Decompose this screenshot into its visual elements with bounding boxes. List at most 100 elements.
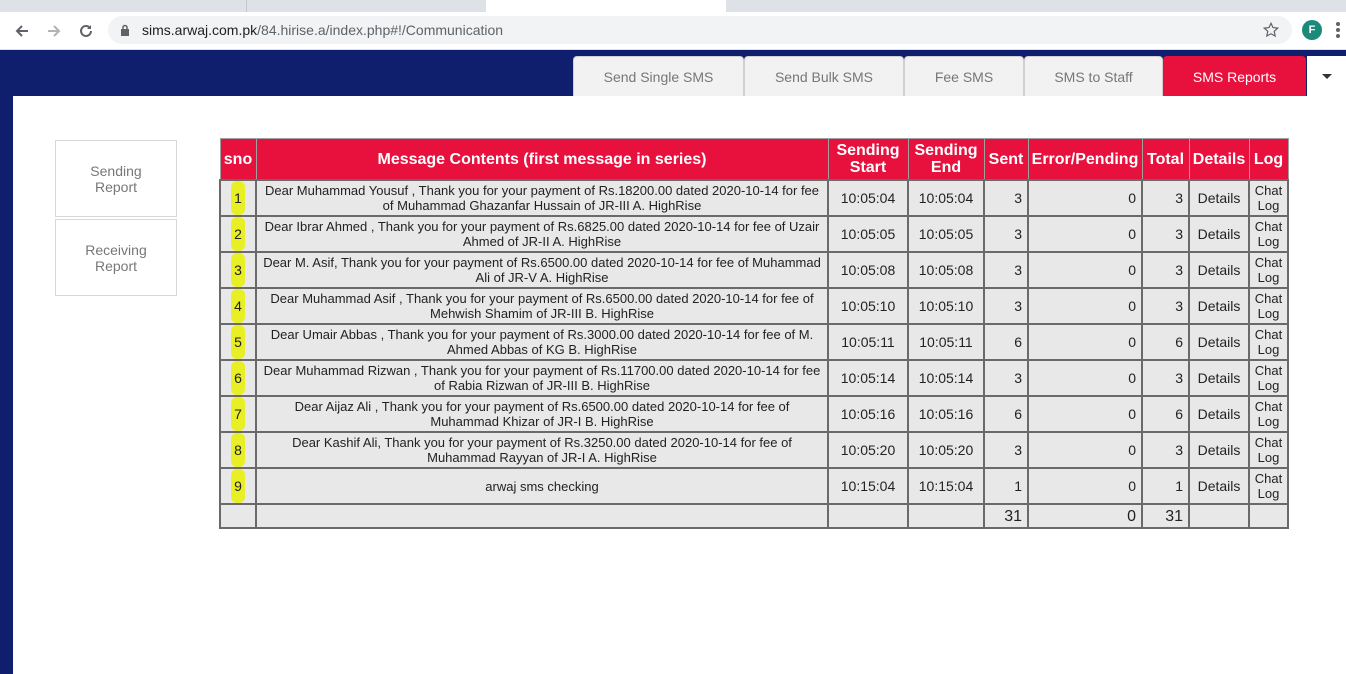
table-row: 9 arwaj sms checking 10:15:04 10:15:04 1 0 1 De… — [219, 467, 1289, 505]
chat-log-link[interactable]: Chat Log — [1248, 287, 1289, 325]
row-error-pending: 0 — [1027, 179, 1143, 217]
profile-avatar[interactable]: F — [1302, 20, 1322, 40]
details-link[interactable]: Details — [1188, 179, 1250, 217]
tab-send-bulk-sms[interactable]: Send Bulk SMS — [744, 56, 904, 96]
receiving-report-button[interactable]: Receiving Report — [55, 219, 177, 296]
col-header-sent[interactable]: Sent — [983, 138, 1029, 181]
row-sno: 4 — [219, 287, 257, 325]
totals-empty-cell — [1188, 503, 1250, 529]
row-sending-start: 10:05:08 — [827, 251, 909, 289]
row-sent: 3 — [983, 251, 1029, 289]
chat-log-link[interactable]: Chat Log — [1248, 179, 1289, 217]
row-sent: 3 — [983, 431, 1029, 469]
row-total: 6 — [1141, 395, 1190, 433]
sending-report-label-2: Report — [94, 178, 137, 195]
table-header-row: sno Message Contents (first message in s… — [219, 138, 1289, 181]
row-sending-start: 10:05:10 — [827, 287, 909, 325]
row-sending-start: 10:05:05 — [827, 215, 909, 253]
details-link[interactable]: Details — [1188, 395, 1250, 433]
row-sno: 3 — [219, 251, 257, 289]
row-message: Dear Kashif Ali, Thank you for your paym… — [255, 431, 829, 469]
bookmark-star-icon[interactable] — [1262, 21, 1280, 39]
details-link[interactable]: Details — [1188, 431, 1250, 469]
col-header-message[interactable]: Message Contents (first message in serie… — [255, 138, 829, 181]
row-sending-end: 10:05:14 — [907, 359, 985, 397]
table-row: 5 Dear Umair Abbas , Thank you for your p… — [219, 323, 1289, 361]
table-row: 6 Dear Muhammad Rizwan , Thank you for yo… — [219, 359, 1289, 397]
col-header-log[interactable]: Log — [1248, 138, 1289, 181]
chat-log-link[interactable]: Chat Log — [1248, 467, 1289, 505]
more-dropdown-button[interactable] — [1307, 56, 1346, 96]
row-sending-start: 10:05:16 — [827, 395, 909, 433]
col-header-sno[interactable]: sno — [219, 138, 257, 181]
tab-sms-reports[interactable]: SMS Reports — [1163, 56, 1306, 96]
row-sending-end: 10:15:04 — [907, 467, 985, 505]
col-header-error-pending[interactable]: Error/Pending — [1027, 138, 1143, 181]
row-message: arwaj sms checking — [255, 467, 829, 505]
col-header-sending-start[interactable]: Sending Start — [827, 138, 909, 181]
chat-log-link[interactable]: Chat Log — [1248, 251, 1289, 289]
row-error-pending: 0 — [1027, 287, 1143, 325]
row-total: 3 — [1141, 359, 1190, 397]
row-error-pending: 0 — [1027, 323, 1143, 361]
row-message: Dear Aijaz Ali , Thank you for your paym… — [255, 395, 829, 433]
row-sending-start: 10:05:11 — [827, 323, 909, 361]
chat-log-link[interactable]: Chat Log — [1248, 395, 1289, 433]
row-sending-end: 10:05:05 — [907, 215, 985, 253]
browser-toolbar: sims.arwaj.com.pk/84.hirise.a/index.php#… — [0, 12, 1346, 50]
total-sent: 31 — [983, 503, 1029, 529]
chat-log-link[interactable]: Chat Log — [1248, 323, 1289, 361]
row-sno: 1 — [219, 179, 257, 217]
totals-empty-cell — [255, 503, 829, 529]
row-sno: 9 — [219, 467, 257, 505]
row-sending-start: 10:05:20 — [827, 431, 909, 469]
details-link[interactable]: Details — [1188, 287, 1250, 325]
left-rail — [0, 96, 13, 674]
row-message: Dear Ibrar Ahmed , Thank you for your pa… — [255, 215, 829, 253]
totals-empty-cell — [907, 503, 985, 529]
row-sno: 2 — [219, 215, 257, 253]
table-row: 2 Dear Ibrar Ahmed , Thank you for your p… — [219, 215, 1289, 253]
row-total: 3 — [1141, 251, 1190, 289]
total-error-pending: 0 — [1027, 503, 1143, 529]
chat-log-link[interactable]: Chat Log — [1248, 215, 1289, 253]
details-link[interactable]: Details — [1188, 251, 1250, 289]
details-link[interactable]: Details — [1188, 467, 1250, 505]
row-error-pending: 0 — [1027, 251, 1143, 289]
row-total: 3 — [1141, 431, 1190, 469]
row-message: Dear Muhammad Asif , Thank you for your … — [255, 287, 829, 325]
chat-log-link[interactable]: Chat Log — [1248, 431, 1289, 469]
col-header-total[interactable]: Total — [1141, 138, 1190, 181]
tab-sms-to-staff[interactable]: SMS to Staff — [1024, 56, 1163, 96]
row-error-pending: 0 — [1027, 431, 1143, 469]
table-row: 8 Dear Kashif Ali, Thank you for your pay… — [219, 431, 1289, 469]
details-link[interactable]: Details — [1188, 215, 1250, 253]
browser-tab-strip — [0, 0, 1346, 12]
row-sent: 3 — [983, 359, 1029, 397]
table-row: 4 Dear Muhammad Asif , Thank you for your… — [219, 287, 1289, 325]
row-total: 3 — [1141, 287, 1190, 325]
sending-report-label-1: Sending — [90, 162, 142, 179]
row-total: 1 — [1141, 467, 1190, 505]
row-message: Dear Umair Abbas , Thank you for your pa… — [255, 323, 829, 361]
address-bar[interactable]: sims.arwaj.com.pk/84.hirise.a/index.php#… — [108, 16, 1292, 44]
sending-report-button[interactable]: Sending Report — [55, 140, 177, 217]
details-link[interactable]: Details — [1188, 323, 1250, 361]
reload-icon[interactable] — [74, 19, 98, 43]
row-sending-end: 10:05:16 — [907, 395, 985, 433]
tab-fee-sms[interactable]: Fee SMS — [904, 56, 1024, 96]
row-message: Dear Muhammad Yousuf , Thank you for you… — [255, 179, 829, 217]
total-total: 31 — [1141, 503, 1190, 529]
col-header-sending-end[interactable]: Sending End — [907, 138, 985, 181]
caret-down-icon — [1321, 73, 1332, 79]
totals-empty-cell — [1248, 503, 1289, 529]
col-header-details[interactable]: Details — [1188, 138, 1250, 181]
details-link[interactable]: Details — [1188, 359, 1250, 397]
tab-send-single-sms[interactable]: Send Single SMS — [573, 56, 744, 96]
forward-icon[interactable] — [42, 19, 66, 43]
browser-tab-active[interactable] — [486, 0, 726, 12]
browser-tab[interactable] — [0, 0, 247, 12]
chat-log-link[interactable]: Chat Log — [1248, 359, 1289, 397]
back-icon[interactable] — [10, 19, 34, 43]
browser-menu-icon[interactable] — [1336, 22, 1342, 40]
